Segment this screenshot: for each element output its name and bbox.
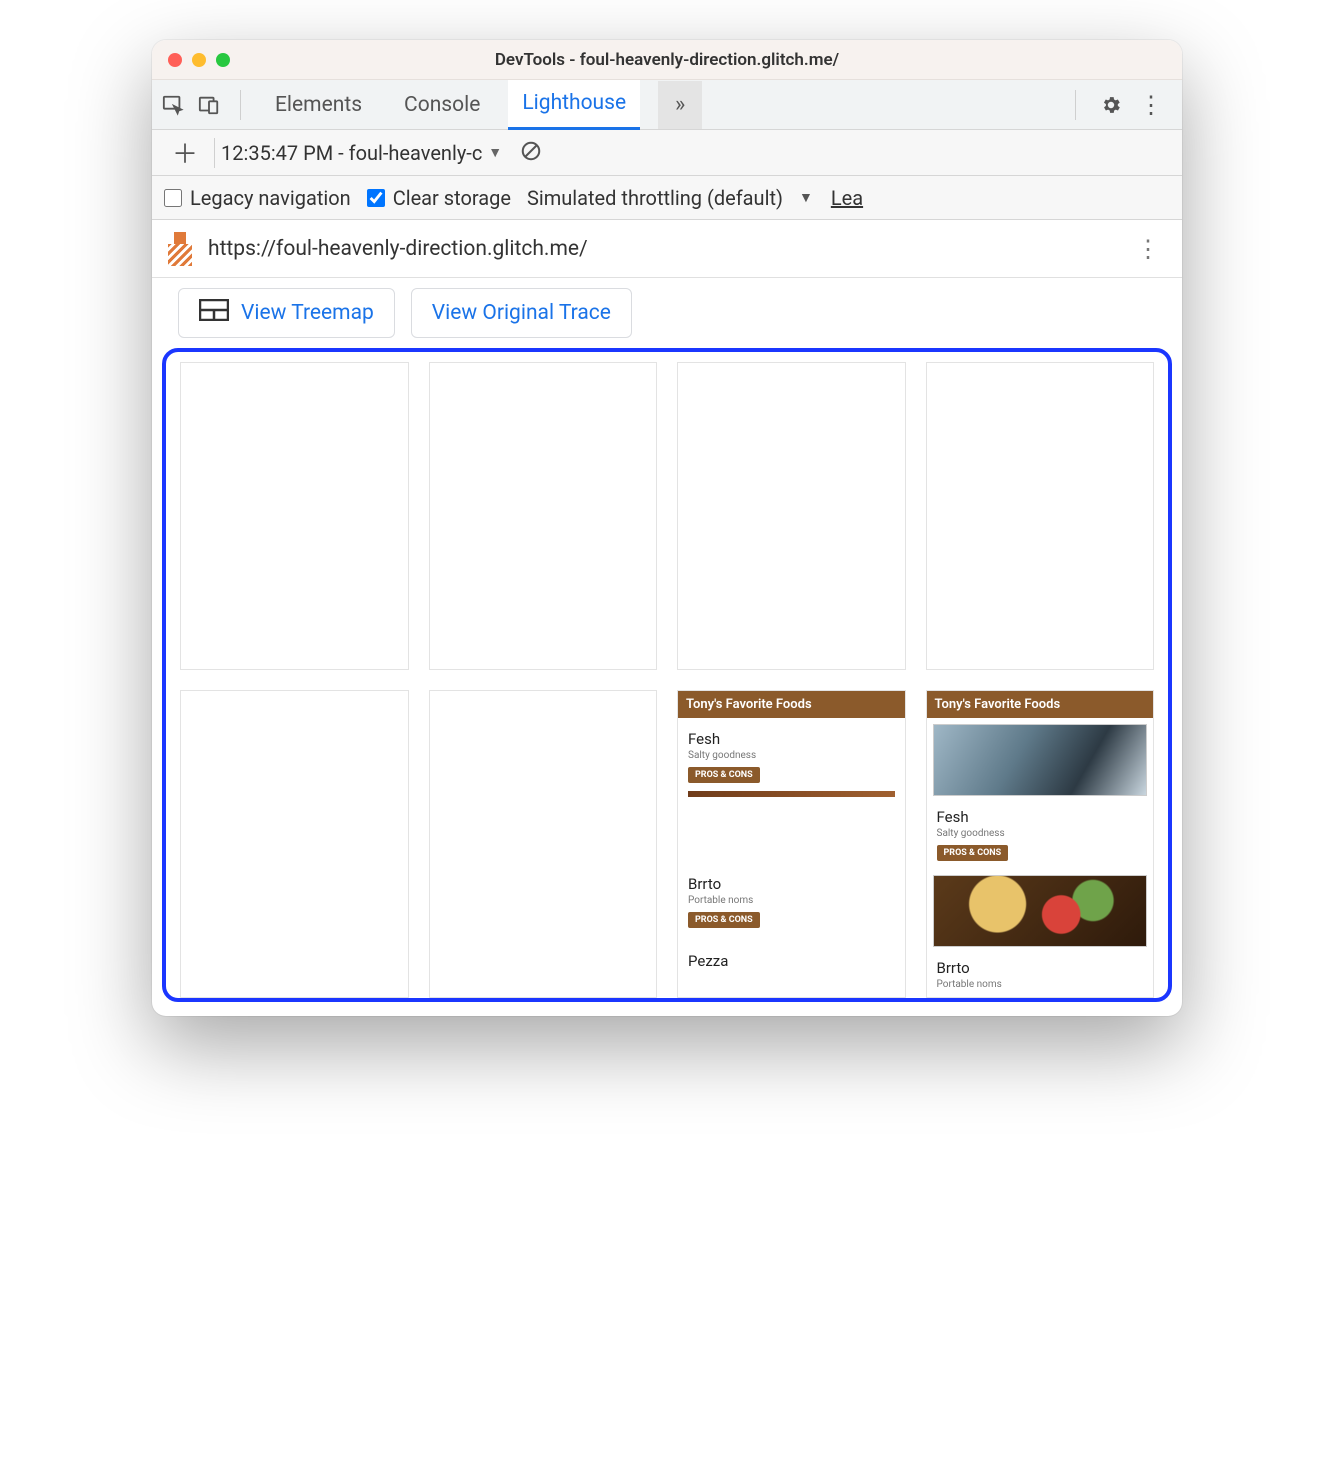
throttling-label: Simulated throttling (default) — [527, 186, 783, 210]
legacy-navigation-checkbox[interactable]: Legacy navigation — [164, 186, 351, 210]
mini-page-body: Fesh Salty goodness PROS & CONS — [927, 796, 1154, 869]
separator — [240, 90, 241, 120]
filmstrip-frame-1[interactable] — [180, 362, 409, 670]
lighthouse-report-bar: ＋ 12:35:47 PM - foul-heavenly-c ▼ — [152, 130, 1182, 176]
devtools-tabbar: Elements Console Lighthouse » ⋮ — [152, 80, 1182, 130]
legacy-navigation-label: Legacy navigation — [190, 186, 351, 210]
tabs-overflow-button[interactable]: » — [658, 81, 702, 129]
dropdown-caret-icon: ▼ — [488, 144, 502, 161]
mini-item-subtitle: Salty goodness — [688, 750, 895, 761]
mini-item-title: Brrto — [688, 875, 895, 893]
clear-reports-icon[interactable] — [520, 140, 542, 166]
mini-page-header: Tony's Favorite Foods — [927, 691, 1154, 718]
clear-storage-checkbox[interactable]: Clear storage — [367, 186, 511, 210]
separator — [1075, 90, 1076, 120]
mini-page-body: Fesh Salty goodness PROS & CONS Brrto Po… — [678, 718, 905, 978]
lighthouse-logo-icon — [166, 232, 194, 266]
view-original-trace-button[interactable]: View Original Trace — [411, 288, 632, 338]
devtools-window: DevTools - foul-heavenly-direction.glitc… — [152, 40, 1182, 1016]
titlebar: DevTools - foul-heavenly-direction.glitc… — [152, 40, 1182, 80]
mini-burrito-image — [933, 875, 1148, 947]
close-window-button[interactable] — [168, 53, 182, 67]
more-menu-icon[interactable]: ⋮ — [1140, 94, 1162, 116]
report-menu-icon[interactable]: ⋮ — [1130, 235, 1168, 263]
report-url-bar: https://foul-heavenly-direction.glitch.m… — [152, 220, 1182, 278]
clear-storage-input[interactable] — [367, 189, 385, 207]
tab-lighthouse[interactable]: Lighthouse — [508, 79, 640, 130]
pros-cons-pill: PROS & CONS — [688, 912, 760, 928]
pros-cons-pill: PROS & CONS — [688, 767, 760, 783]
tab-console[interactable]: Console — [390, 81, 494, 129]
new-report-button[interactable]: ＋ — [162, 134, 208, 171]
inspect-element-icon[interactable] — [162, 94, 184, 116]
mini-item-subtitle: Portable noms — [937, 979, 1144, 990]
report-url: https://foul-heavenly-direction.glitch.m… — [208, 237, 1130, 261]
mini-item-title: Brrto — [937, 959, 1144, 977]
view-treemap-button[interactable]: View Treemap — [178, 288, 395, 338]
clear-storage-label: Clear storage — [393, 186, 511, 210]
mini-page-body: Brrto Portable noms — [927, 947, 1154, 998]
learn-more-link[interactable]: Lea — [831, 186, 863, 210]
mini-page-header: Tony's Favorite Foods — [678, 691, 905, 718]
mini-item-subtitle: Portable noms — [688, 895, 895, 906]
filmstrip-frame-8[interactable]: Tony's Favorite Foods Fesh Salty goodnes… — [926, 690, 1155, 998]
report-dropdown[interactable]: 12:35:47 PM - foul-heavenly-c ▼ — [221, 141, 502, 165]
filmstrip-frame-3[interactable] — [677, 362, 906, 670]
tab-elements[interactable]: Elements — [261, 81, 376, 129]
settings-gear-icon[interactable] — [1100, 94, 1122, 116]
filmstrip-frame-5[interactable] — [180, 690, 409, 998]
report-action-buttons: View Treemap View Original Trace — [152, 278, 1182, 342]
report-name: 12:35:47 PM - foul-heavenly-c — [221, 141, 482, 165]
filmstrip-grid: Tony's Favorite Foods Fesh Salty goodnes… — [180, 362, 1154, 998]
minimize-window-button[interactable] — [192, 53, 206, 67]
window-title: DevTools - foul-heavenly-direction.glitc… — [152, 50, 1182, 70]
mini-item-title: Fesh — [937, 808, 1144, 826]
zoom-window-button[interactable] — [216, 53, 230, 67]
mini-item-title: Fesh — [688, 730, 895, 748]
separator — [214, 138, 215, 168]
window-controls — [152, 53, 230, 67]
treemap-icon — [199, 299, 229, 327]
view-original-trace-label: View Original Trace — [432, 301, 611, 325]
lighthouse-options-bar: Legacy navigation Clear storage Simulate… — [152, 176, 1182, 220]
mini-item-subtitle: Salty goodness — [937, 828, 1144, 839]
filmstrip-highlight: Tony's Favorite Foods Fesh Salty goodnes… — [162, 348, 1172, 1002]
device-toolbar-icon[interactable] — [198, 94, 220, 116]
filmstrip-frame-7[interactable]: Tony's Favorite Foods Fesh Salty goodnes… — [677, 690, 906, 998]
filmstrip-frame-4[interactable] — [926, 362, 1155, 670]
mini-fish-image — [933, 724, 1148, 796]
mini-item-title: Pezza — [688, 952, 895, 970]
filmstrip-frame-6[interactable] — [429, 690, 658, 998]
view-treemap-label: View Treemap — [241, 301, 374, 325]
pros-cons-pill: PROS & CONS — [937, 845, 1009, 861]
filmstrip-frame-2[interactable] — [429, 362, 658, 670]
dropdown-caret-icon[interactable]: ▼ — [799, 189, 813, 206]
legacy-navigation-input[interactable] — [164, 189, 182, 207]
